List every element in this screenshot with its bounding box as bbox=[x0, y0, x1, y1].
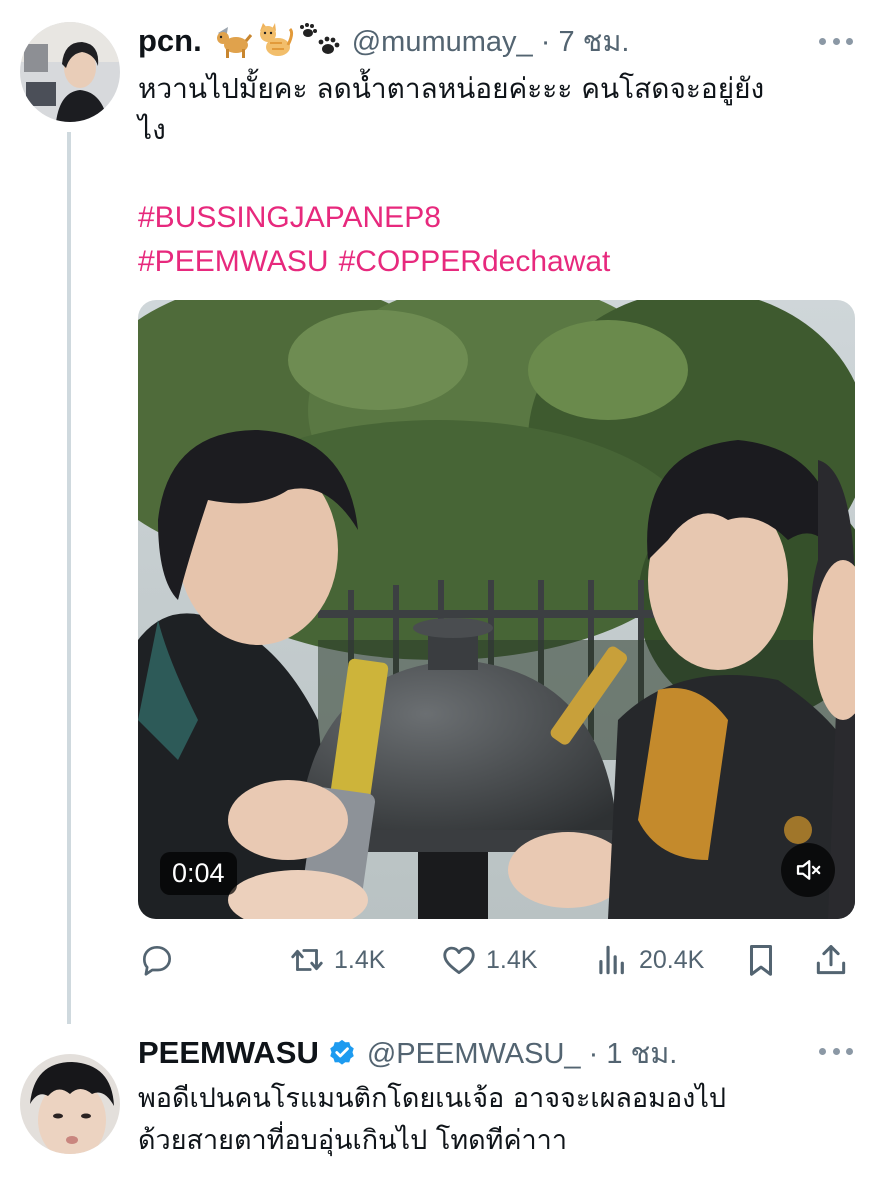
view-count: 20.4K bbox=[639, 945, 705, 974]
video-player[interactable]: 0:04 bbox=[138, 300, 855, 919]
name-emojis bbox=[214, 23, 342, 59]
muted-speaker-icon bbox=[796, 860, 821, 880]
share-icon bbox=[816, 945, 846, 975]
heart-icon bbox=[443, 946, 475, 975]
tweet-time[interactable]: · 1 ชม. bbox=[589, 1038, 678, 1070]
hashtag-link[interactable]: #COPPERdechawat bbox=[339, 245, 611, 278]
video-duration-badge: 0:04 bbox=[160, 852, 237, 895]
display-name[interactable]: pcn. bbox=[138, 23, 202, 59]
display-name[interactable]: PEEMWASU bbox=[138, 1035, 319, 1071]
views-chart-icon bbox=[599, 945, 624, 975]
more-options-icon[interactable] bbox=[819, 1046, 853, 1056]
hashtag-link[interactable]: #BUSSINGJAPANEP8 bbox=[138, 201, 441, 234]
share-button[interactable] bbox=[812, 938, 850, 982]
like-count: 1.4K bbox=[486, 945, 538, 974]
tweet-main[interactable]: pcn. @mumumay_ · 7 ชม. หวานไปมั้ยคะ ลดน้… bbox=[0, 0, 875, 1010]
retweet-count: 1.4K bbox=[334, 945, 386, 974]
more-options-icon[interactable] bbox=[819, 36, 853, 46]
hashtag-link[interactable]: #PEEMWASU bbox=[138, 245, 329, 278]
tweet-actions-bar: 1.4K 1.4K 20.4K bbox=[138, 938, 855, 982]
guide-dog-emoji bbox=[216, 27, 252, 58]
user-handle[interactable]: @mumumay_ · 7 ชม. bbox=[352, 18, 630, 64]
tweet-header: PEEMWASU @PEEMWASU_ · 1 ชม. bbox=[138, 1030, 677, 1076]
video-frame bbox=[138, 300, 855, 919]
reply-icon bbox=[142, 945, 172, 976]
reply-button[interactable] bbox=[138, 938, 176, 982]
tweet-text: พอดีเปนคนโรแมนติกโดยเนเจ้อ อาจจะเผลอมองไ… bbox=[138, 1083, 727, 1156]
tweet-time[interactable]: · 7 ชม. bbox=[541, 26, 630, 58]
retweet-icon bbox=[291, 949, 323, 971]
bookmark-icon bbox=[749, 945, 773, 976]
hashtags: #BUSSINGJAPANEP8 #PEEMWASU #COPPERdechawa… bbox=[138, 196, 610, 284]
tweet-header: pcn. @mumumay_ · 7 ชม. bbox=[138, 18, 630, 64]
retweet-button[interactable]: 1.4K bbox=[288, 938, 385, 982]
views-button[interactable]: 20.4K bbox=[593, 938, 704, 982]
verified-badge-icon bbox=[330, 1039, 354, 1065]
tweet-text: หวานไปมั้ยคะ ลดน้ำตาลหน่อยค่ะะะ คนโสดจะอ… bbox=[138, 72, 765, 146]
bookmark-button[interactable] bbox=[742, 938, 780, 982]
like-button[interactable]: 1.4K bbox=[440, 938, 537, 982]
avatar[interactable] bbox=[20, 22, 120, 122]
cat-emoji bbox=[259, 23, 293, 56]
paw-prints-emoji bbox=[299, 23, 340, 54]
user-handle[interactable]: @PEEMWASU_ · 1 ชม. bbox=[367, 1030, 678, 1076]
avatar[interactable] bbox=[20, 1054, 120, 1154]
mute-toggle-button[interactable] bbox=[781, 843, 835, 897]
tweet-reply[interactable]: PEEMWASU @PEEMWASU_ · 1 ชม. พอดีเปนคนโรแ… bbox=[0, 1022, 875, 1200]
